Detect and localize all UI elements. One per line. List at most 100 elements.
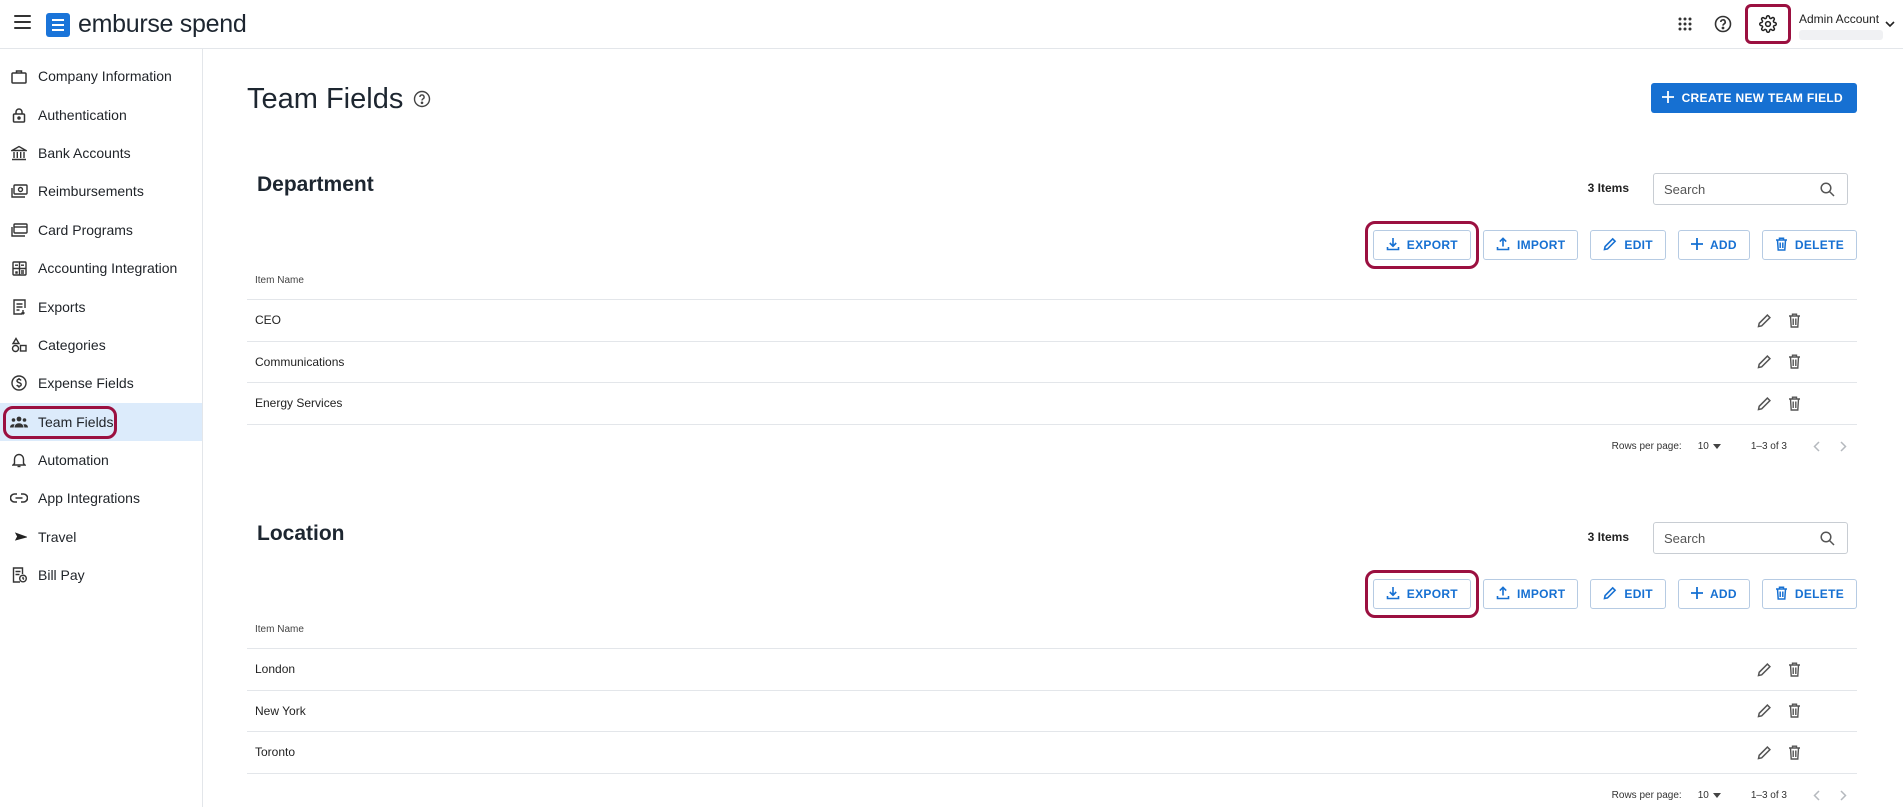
plane-icon (10, 528, 28, 546)
import-button[interactable]: IMPORT (1482, 579, 1579, 609)
sidebar-item-label: Team Fields (38, 413, 114, 430)
delete-trash-icon[interactable] (1788, 703, 1801, 718)
link-icon (10, 489, 28, 507)
brand-name: emburse spend (78, 10, 247, 38)
top-bar: emburse spend Admin Account (0, 0, 1903, 49)
chevron-down-icon (1885, 15, 1895, 33)
search-input[interactable] (1664, 181, 1814, 197)
export-doc-icon (10, 298, 28, 316)
rows-per-page-select[interactable]: 10 (1698, 790, 1721, 801)
import-label: IMPORT (1516, 587, 1566, 601)
delete-label: DELETE (1794, 587, 1844, 601)
item-name: CEO (255, 313, 282, 328)
column-header-item-name[interactable]: Item Name (255, 624, 304, 635)
page-range: 1–3 of 3 (1750, 790, 1787, 801)
sidebar-item-exports[interactable]: Exports (0, 287, 202, 325)
sidebar-item-categories[interactable]: Categories (0, 326, 202, 364)
table-row[interactable]: Communications (247, 342, 1857, 383)
table-row[interactable]: Toronto (247, 732, 1857, 774)
delete-trash-icon[interactable] (1788, 662, 1801, 677)
create-button-label: CREATE NEW TEAM FIELD (1681, 91, 1843, 105)
sidebar-item-label: Bill Pay (38, 567, 85, 584)
delete-button[interactable]: DELETE (1761, 579, 1857, 609)
search-field[interactable] (1653, 522, 1848, 554)
table-row[interactable]: CEO (247, 300, 1857, 342)
previous-page-icon[interactable] (1813, 790, 1820, 801)
briefcase-icon (10, 67, 28, 85)
sidebar-item-bill-pay[interactable]: Bill Pay (0, 556, 202, 594)
edit-pencil-icon[interactable] (1757, 703, 1772, 718)
delete-trash-icon[interactable] (1788, 396, 1801, 411)
sidebar-item-label: Categories (38, 336, 106, 353)
import-label: IMPORT (1516, 238, 1566, 252)
download-icon (1386, 237, 1400, 254)
team-field-section-department: Department 3 Items EXPORT IMPORT EDIT (247, 173, 1857, 473)
sidebar-item-app-integrations[interactable]: App Integrations (0, 479, 202, 517)
next-page-icon[interactable] (1840, 441, 1847, 452)
rows-per-page-label: Rows per page: (1611, 441, 1682, 452)
search-icon[interactable] (1820, 182, 1835, 202)
next-page-icon[interactable] (1840, 790, 1847, 801)
edit-pencil-icon[interactable] (1757, 745, 1772, 760)
delete-trash-icon[interactable] (1788, 354, 1801, 369)
section-title: Location (257, 522, 345, 545)
sidebar-item-label: Company Information (38, 68, 172, 85)
previous-page-icon[interactable] (1813, 441, 1820, 452)
export-button[interactable]: EXPORT (1372, 230, 1471, 260)
table-row[interactable]: New York (247, 691, 1857, 732)
sidebar-item-label: Travel (38, 528, 77, 545)
table-row[interactable]: London (247, 649, 1857, 691)
delete-trash-icon[interactable] (1788, 313, 1801, 328)
delete-button[interactable]: DELETE (1761, 230, 1857, 260)
edit-button[interactable]: EDIT (1590, 230, 1666, 260)
sidebar-item-company-information[interactable]: Company Information (0, 57, 202, 95)
sidebar-item-travel[interactable]: Travel (0, 518, 202, 556)
sidebar-item-label: Card Programs (38, 221, 133, 238)
sidebar-item-label: Expense Fields (38, 375, 134, 392)
items-table: CEO Communications Energy Services (247, 299, 1857, 425)
account-menu[interactable]: Admin Account (1799, 4, 1895, 44)
page-title-text: Team Fields (247, 83, 404, 115)
import-button[interactable]: IMPORT (1482, 230, 1579, 260)
settings-gear-icon[interactable] (1745, 4, 1791, 44)
item-name: New York (255, 703, 306, 718)
menu-icon[interactable] (14, 15, 31, 29)
plus-icon (1690, 586, 1703, 602)
edit-pencil-icon[interactable] (1757, 662, 1772, 677)
delete-trash-icon[interactable] (1788, 745, 1801, 760)
column-header-item-name[interactable]: Item Name (255, 275, 304, 286)
edit-pencil-icon[interactable] (1757, 354, 1772, 369)
table-row[interactable]: Energy Services (247, 383, 1857, 425)
rows-per-page-select[interactable]: 10 (1698, 441, 1721, 452)
search-icon[interactable] (1820, 531, 1835, 551)
sidebar-item-authentication[interactable]: Authentication (0, 95, 202, 133)
search-input[interactable] (1664, 530, 1814, 546)
team-icon (10, 413, 28, 431)
sidebar-item-automation[interactable]: Automation (0, 441, 202, 479)
sidebar-item-reimbursements[interactable]: Reimbursements (0, 172, 202, 210)
rows-per-page-label: Rows per page: (1611, 790, 1682, 801)
sidebar-item-accounting-integration[interactable]: Accounting Integration (0, 249, 202, 287)
search-field[interactable] (1653, 173, 1848, 205)
dollar-circle-icon (10, 374, 28, 392)
brand-logo[interactable]: emburse spend (46, 10, 247, 39)
add-button[interactable]: ADD (1677, 230, 1750, 260)
money-icon (10, 182, 28, 200)
edit-pencil-icon[interactable] (1757, 313, 1772, 328)
caret-down-icon (1712, 441, 1721, 452)
export-label: EXPORT (1406, 238, 1458, 252)
help-circle-icon[interactable] (413, 83, 431, 116)
sidebar-item-card-programs[interactable]: Card Programs (0, 211, 202, 249)
edit-pencil-icon[interactable] (1757, 396, 1772, 411)
export-button[interactable]: EXPORT (1372, 579, 1471, 609)
add-label: ADD (1709, 587, 1737, 601)
sidebar-item-team-fields[interactable]: Team Fields (0, 402, 202, 441)
sidebar-item-expense-fields[interactable]: Expense Fields (0, 364, 202, 402)
add-button[interactable]: ADD (1677, 579, 1750, 609)
pencil-icon (1603, 237, 1617, 254)
sidebar-item-bank-accounts[interactable]: Bank Accounts (0, 134, 202, 172)
edit-button[interactable]: EDIT (1590, 579, 1666, 609)
help-icon[interactable] (1705, 6, 1741, 42)
apps-grid-icon[interactable] (1667, 6, 1703, 42)
create-new-team-field-button[interactable]: CREATE NEW TEAM FIELD (1650, 83, 1857, 113)
